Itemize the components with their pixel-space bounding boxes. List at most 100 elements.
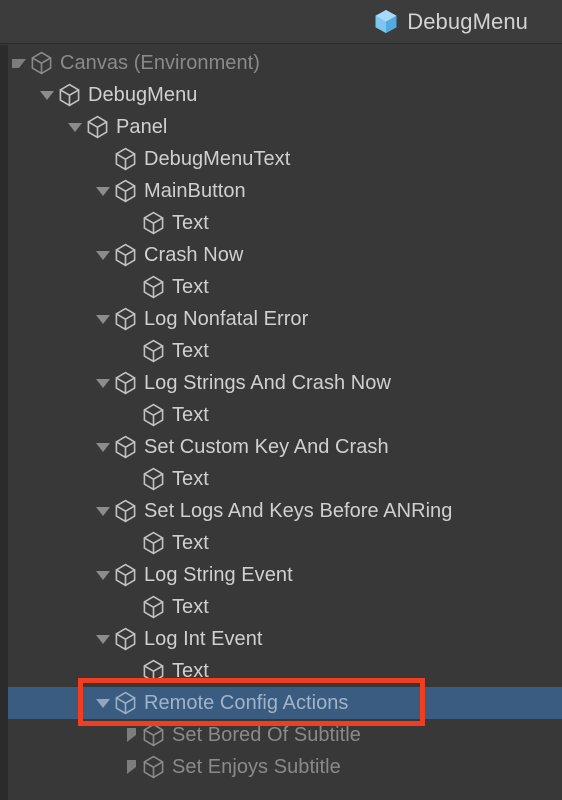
hierarchy-row-label: Set Enjoys Subtitle xyxy=(172,756,341,778)
cube-icon xyxy=(114,179,144,203)
cube-icon xyxy=(142,659,172,683)
hierarchy-row-crash-now[interactable]: Crash Now xyxy=(0,239,562,271)
hierarchy-row-text[interactable]: Text xyxy=(0,271,562,303)
hierarchy-row-debugmenu[interactable]: DebugMenu xyxy=(0,79,562,111)
cube-icon xyxy=(142,275,172,299)
hierarchy-header-bar: DebugMenu xyxy=(0,0,562,44)
row-indent-spacer xyxy=(0,671,120,672)
cube-icon xyxy=(114,307,144,331)
hierarchy-row-label: DebugMenuText xyxy=(144,148,291,170)
hierarchy-row-set-bored-of-subtitle[interactable]: Set Bored Of Subtitle xyxy=(0,719,562,751)
chevron-right-icon[interactable] xyxy=(120,756,142,778)
cube-icon xyxy=(142,755,172,779)
cube-icon xyxy=(114,243,144,267)
row-indent-spacer xyxy=(0,415,120,416)
row-indent-spacer xyxy=(0,703,92,704)
hierarchy-row-label: Text xyxy=(172,276,209,298)
hierarchy-row-debugmenutext[interactable]: DebugMenuText xyxy=(0,143,562,175)
hierarchy-row-label: Crash Now xyxy=(144,244,244,266)
cube-icon xyxy=(142,339,172,363)
cube-icon xyxy=(142,723,172,747)
chevron-down-icon[interactable] xyxy=(92,436,114,458)
hierarchy-row-label: Text xyxy=(172,340,209,362)
hierarchy-row-text[interactable]: Text xyxy=(0,591,562,623)
cube-icon xyxy=(58,83,88,107)
hierarchy-row-set-logs-and-keys-before-anring[interactable]: Set Logs And Keys Before ANRing xyxy=(0,495,562,527)
row-indent-spacer xyxy=(0,735,120,736)
chevron-down-icon[interactable] xyxy=(92,628,114,650)
hierarchy-row-text[interactable]: Text xyxy=(0,655,562,687)
hierarchy-row-text[interactable]: Text xyxy=(0,207,562,239)
cube-icon xyxy=(114,371,144,395)
chevron-down-icon[interactable] xyxy=(8,52,30,74)
header-title-group[interactable]: DebugMenu xyxy=(374,9,528,34)
hierarchy-row-label: Log Int Event xyxy=(144,628,263,650)
cube-icon xyxy=(142,403,172,427)
chevron-right-icon[interactable] xyxy=(120,724,142,746)
hierarchy-row-text[interactable]: Text xyxy=(0,335,562,367)
hierarchy-row-label: Text xyxy=(172,468,209,490)
cube-icon xyxy=(86,115,116,139)
cube-icon xyxy=(30,51,60,75)
row-indent-spacer xyxy=(0,511,92,512)
hierarchy-row-label: Log Strings And Crash Now xyxy=(144,372,391,394)
chevron-down-icon[interactable] xyxy=(36,84,58,106)
panel-left-gutter xyxy=(0,45,8,800)
hierarchy-row-log-strings-and-crash-now[interactable]: Log Strings And Crash Now xyxy=(0,367,562,399)
hierarchy-row-label: Set Custom Key And Crash xyxy=(144,436,389,458)
hierarchy-row-mainbutton[interactable]: MainButton xyxy=(0,175,562,207)
hierarchy-row-text[interactable]: Text xyxy=(0,527,562,559)
hierarchy-row-set-custom-key-and-crash[interactable]: Set Custom Key And Crash xyxy=(0,431,562,463)
cube-icon xyxy=(114,435,144,459)
row-indent-spacer xyxy=(0,191,92,192)
hierarchy-row-label: Log Nonfatal Error xyxy=(144,308,309,330)
row-indent-spacer xyxy=(0,543,120,544)
row-indent-spacer xyxy=(0,607,120,608)
hierarchy-row-label: Text xyxy=(172,660,209,682)
row-indent-spacer xyxy=(0,223,120,224)
chevron-down-icon[interactable] xyxy=(92,372,114,394)
chevron-down-icon[interactable] xyxy=(92,692,114,714)
hierarchy-row-text[interactable]: Text xyxy=(0,399,562,431)
hierarchy-row-label: Log String Event xyxy=(144,564,293,586)
chevron-down-icon[interactable] xyxy=(92,500,114,522)
cube-icon xyxy=(114,563,144,587)
hierarchy-row-label: Text xyxy=(172,532,209,554)
chevron-down-icon[interactable] xyxy=(92,564,114,586)
row-indent-spacer xyxy=(0,447,92,448)
chevron-down-icon[interactable] xyxy=(64,116,86,138)
hierarchy-row-text[interactable]: Text xyxy=(0,463,562,495)
row-indent-spacer xyxy=(0,159,92,160)
hierarchy-row-log-int-event[interactable]: Log Int Event xyxy=(0,623,562,655)
chevron-down-icon[interactable] xyxy=(92,180,114,202)
chevron-down-icon[interactable] xyxy=(92,244,114,266)
header-title: DebugMenu xyxy=(407,8,528,34)
hierarchy-row-label: Text xyxy=(172,404,209,426)
hierarchy-row-label: Panel xyxy=(116,116,168,138)
hierarchy-tree-panel[interactable]: Canvas (Environment) DebugMenu Panel Deb… xyxy=(0,45,562,800)
cube-icon xyxy=(142,531,172,555)
row-indent-spacer xyxy=(0,127,64,128)
hierarchy-row-label: MainButton xyxy=(144,180,246,202)
hierarchy-row-panel[interactable]: Panel xyxy=(0,111,562,143)
chevron-down-icon[interactable] xyxy=(92,308,114,330)
hierarchy-row-label: DebugMenu xyxy=(88,84,198,106)
hierarchy-row-log-nonfatal-error[interactable]: Log Nonfatal Error xyxy=(0,303,562,335)
cube-icon xyxy=(114,691,144,715)
prefab-cube-icon xyxy=(374,9,398,34)
cube-icon xyxy=(114,147,144,171)
row-indent-spacer xyxy=(0,255,92,256)
hierarchy-row-log-string-event[interactable]: Log String Event xyxy=(0,559,562,591)
hierarchy-row-canvas-environment[interactable]: Canvas (Environment) xyxy=(0,47,562,79)
row-indent-spacer xyxy=(0,351,120,352)
cube-icon xyxy=(114,627,144,651)
hierarchy-row-remote-config-actions[interactable]: Remote Config Actions xyxy=(0,687,562,719)
hierarchy-row-set-enjoys-subtitle[interactable]: Set Enjoys Subtitle xyxy=(0,751,562,783)
